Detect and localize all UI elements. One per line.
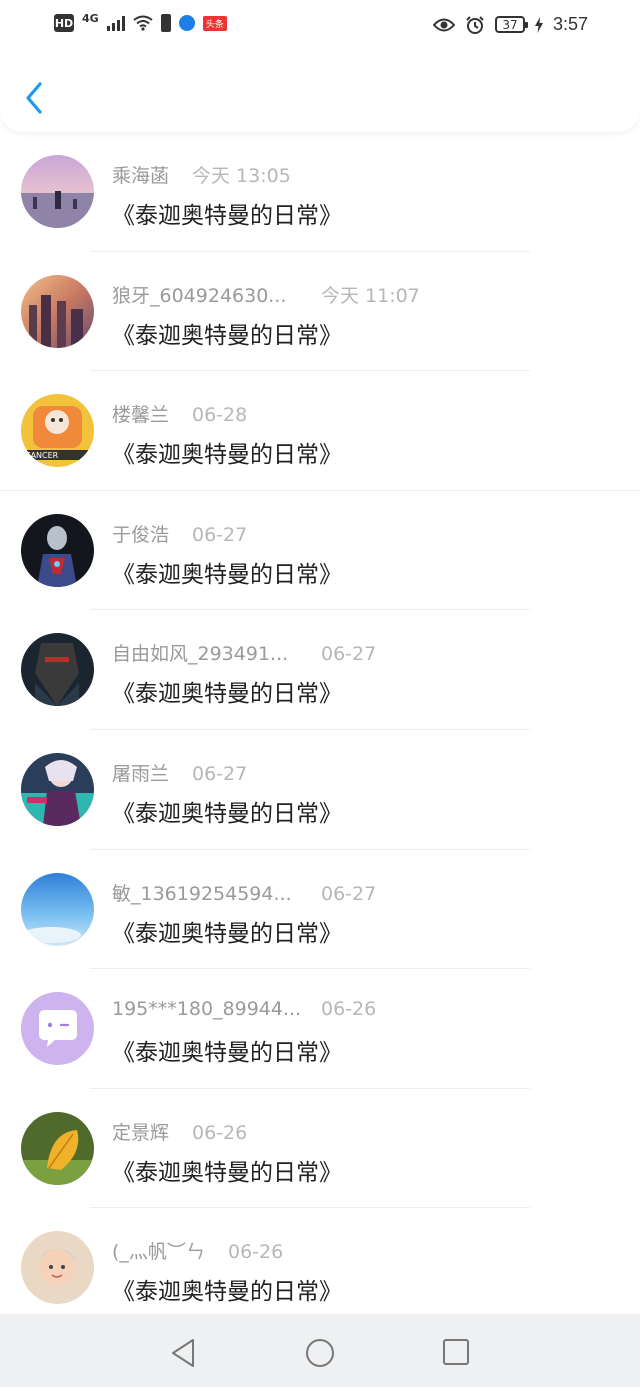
list-item[interactable]: (_灬帆︶ㄣ 06-26 《泰迦奥特曼的日常》 bbox=[0, 1208, 640, 1328]
list-item[interactable]: 敏_13619254594... 06-27 《泰迦奥特曼的日常》 bbox=[0, 850, 640, 970]
sender-name: 自由如风_293491... bbox=[112, 643, 289, 666]
sender-name: 敏_13619254594... bbox=[112, 882, 292, 905]
signal-icon bbox=[106, 15, 125, 31]
item-meta: 敏_13619254594... 06-27 bbox=[112, 879, 376, 906]
avatar[interactable] bbox=[21, 155, 94, 228]
battery-icon: 37 bbox=[494, 16, 528, 33]
item-message: 《泰迦奥特曼的日常》 bbox=[112, 442, 342, 469]
item-time: 06-27 bbox=[192, 523, 248, 546]
item-meta: 自由如风_293491... 06-27 bbox=[112, 639, 376, 666]
item-time: 今天 11:07 bbox=[321, 284, 420, 307]
avatar[interactable] bbox=[21, 872, 94, 946]
list-item[interactable]: 乘海菡 今天 13:05 《泰迦奥特曼的日常》 bbox=[0, 132, 640, 252]
list-item[interactable]: 定景辉 06-26 《泰迦奥特曼的日常》 bbox=[0, 1089, 640, 1209]
list-item[interactable]: 屠雨兰 06-27 《泰迦奥特曼的日常》 bbox=[0, 730, 640, 850]
list-item[interactable]: 狼牙_604924630... 今天 11:07 《泰迦奥特曼的日常》 bbox=[0, 252, 640, 372]
avatar[interactable] bbox=[21, 1111, 94, 1185]
chevron-left-icon bbox=[26, 82, 42, 114]
sender-name: 屠雨兰 bbox=[112, 762, 170, 785]
item-time: 今天 13:05 bbox=[192, 165, 291, 187]
nav-recent-button[interactable] bbox=[442, 1338, 470, 1370]
alarm-icon bbox=[466, 15, 484, 34]
item-message: 《泰迦奥特曼的日常》 bbox=[112, 800, 342, 827]
avatar[interactable] bbox=[21, 752, 94, 826]
item-time: 06-27 bbox=[192, 762, 248, 785]
nav-back-button[interactable] bbox=[170, 1338, 196, 1372]
sender-name: 乘海菡 bbox=[112, 165, 170, 187]
item-time: 06-26 bbox=[228, 1241, 284, 1264]
system-nav-bar bbox=[0, 1314, 640, 1387]
avatar[interactable] bbox=[21, 633, 94, 707]
item-message: 《泰迦奥特曼的日常》 bbox=[112, 681, 342, 708]
sender-name: 定景辉 bbox=[112, 1121, 170, 1144]
nav-home-button[interactable] bbox=[305, 1338, 335, 1372]
avatar[interactable] bbox=[21, 992, 94, 1066]
svg-text:CANCER: CANCER bbox=[25, 451, 59, 460]
sender-name: 狼牙_604924630... bbox=[112, 284, 287, 307]
network-type: 4G bbox=[82, 11, 99, 25]
status-left: HD 4G 头条 bbox=[54, 11, 227, 32]
sender-name: 195***180_89944... bbox=[112, 998, 302, 1021]
item-message: 《泰迦奥特曼的日常》 bbox=[112, 920, 342, 947]
message-list: 乘海菡 今天 13:05 《泰迦奥特曼的日常》 狼牙_604924630... … bbox=[0, 132, 640, 1328]
item-meta: 195***180_89944... 06-26 bbox=[112, 998, 376, 1020]
sender-name: (_灬帆︶ㄣ bbox=[112, 1241, 205, 1264]
status-right: 37 3:57 bbox=[432, 14, 588, 35]
list-item[interactable]: CANCER 楼馨兰 06-28 《泰迦奥特曼的日常》 bbox=[0, 371, 640, 491]
item-meta: (_灬帆︶ㄣ 06-26 bbox=[112, 1237, 283, 1264]
list-item[interactable]: 195***180_89944... 06-26 《泰迦奥特曼的日常》 bbox=[0, 969, 640, 1089]
item-message: 《泰迦奥特曼的日常》 bbox=[112, 1040, 342, 1067]
item-time: 06-28 bbox=[192, 404, 248, 427]
sender-name: 于俊浩 bbox=[112, 523, 170, 546]
wifi-icon bbox=[133, 15, 153, 31]
list-item[interactable]: 自由如风_293491... 06-27 《泰迦奥特曼的日常》 bbox=[0, 610, 640, 730]
item-meta: 狼牙_604924630... 今天 11:07 bbox=[112, 281, 420, 308]
item-meta: 于俊浩 06-27 bbox=[112, 520, 247, 547]
news-app-icon: 头条 bbox=[202, 15, 227, 31]
item-time: 06-26 bbox=[192, 1121, 248, 1144]
sender-name: 楼馨兰 bbox=[112, 404, 170, 427]
avatar[interactable] bbox=[21, 1231, 94, 1305]
item-meta: 楼馨兰 06-28 bbox=[112, 400, 247, 427]
avatar[interactable] bbox=[21, 274, 94, 348]
triangle-back-icon bbox=[172, 1339, 194, 1367]
item-message: 《泰迦奥特曼的日常》 bbox=[112, 561, 342, 588]
browser-icon bbox=[178, 15, 195, 31]
avatar[interactable]: CANCER bbox=[21, 394, 94, 468]
item-meta: 屠雨兰 06-27 bbox=[112, 759, 247, 786]
item-message: 《泰迦奥特曼的日常》 bbox=[112, 322, 342, 349]
item-time: 06-26 bbox=[321, 998, 377, 1021]
charging-icon bbox=[534, 16, 543, 33]
list-item[interactable]: 于俊浩 06-27 《泰迦奥特曼的日常》 bbox=[0, 491, 640, 611]
item-message: 《泰迦奥特曼的日常》 bbox=[112, 1159, 342, 1186]
item-time: 06-27 bbox=[321, 643, 377, 666]
eye-icon bbox=[432, 18, 455, 31]
item-meta: 乘海菡 今天 13:05 bbox=[112, 161, 291, 188]
sim-icon bbox=[160, 14, 171, 32]
status-bar: HD 4G 头条 37 3:57 bbox=[0, 0, 640, 52]
screen: HD 4G 头条 37 3:57 乘海菡 今天 13:05 《泰迦奥特曼的日常》… bbox=[0, 0, 640, 1387]
item-message: 《泰迦奥特曼的日常》 bbox=[112, 1279, 342, 1306]
circle-home-icon bbox=[306, 1339, 334, 1367]
header: HD 4G 头条 37 3:57 bbox=[0, 0, 640, 132]
hd-badge: HD bbox=[54, 14, 74, 32]
avatar[interactable] bbox=[21, 513, 94, 587]
square-recent-icon bbox=[443, 1339, 469, 1365]
item-meta: 定景辉 06-26 bbox=[112, 1118, 247, 1145]
item-message: 《泰迦奥特曼的日常》 bbox=[112, 203, 342, 229]
back-button[interactable] bbox=[20, 78, 50, 118]
item-time: 06-27 bbox=[321, 882, 377, 905]
clock: 3:57 bbox=[552, 14, 588, 34]
